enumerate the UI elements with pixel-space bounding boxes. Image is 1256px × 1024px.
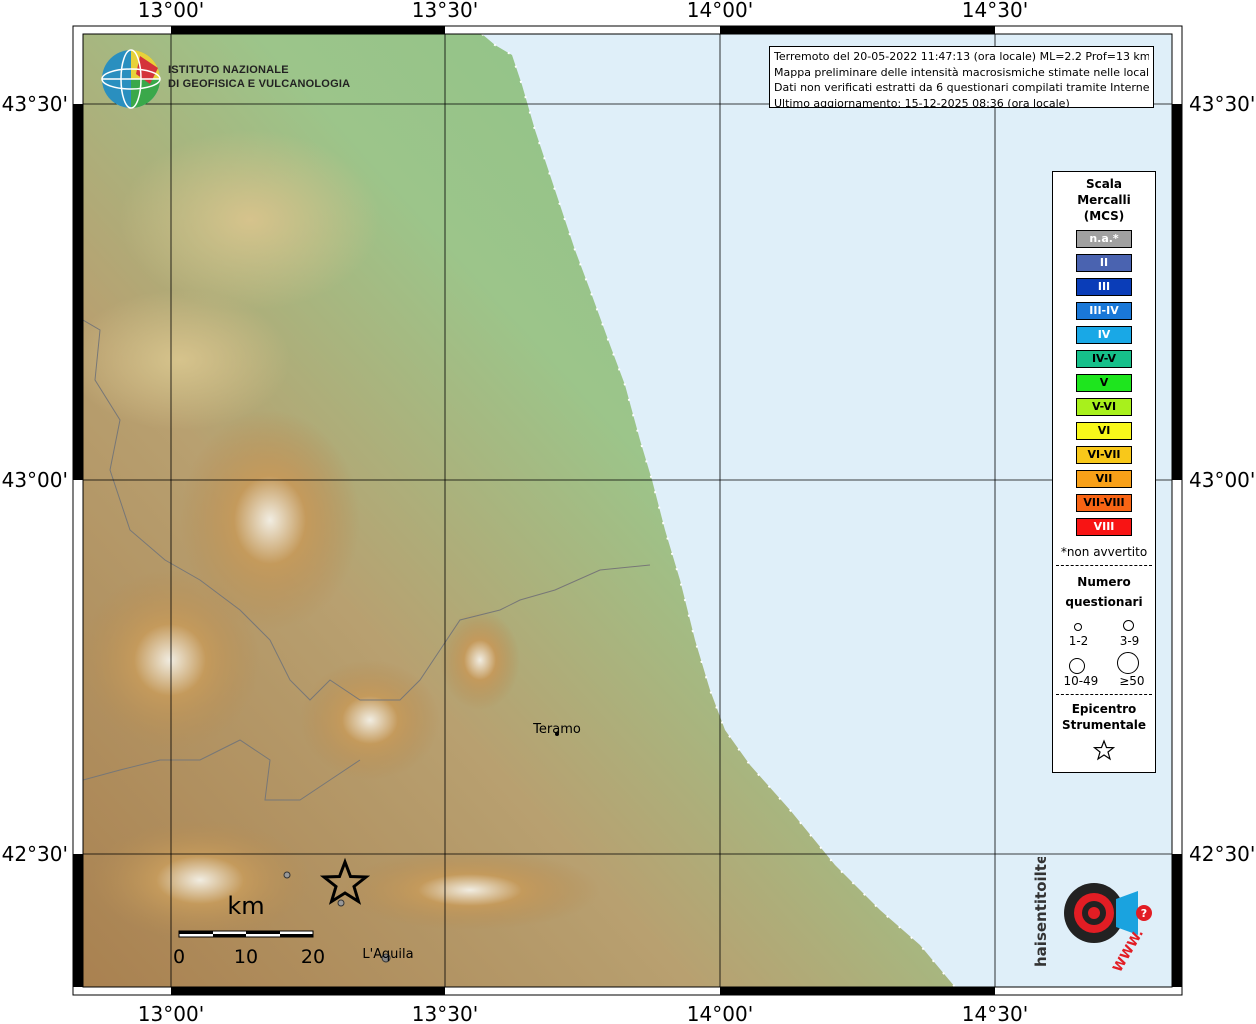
intensity-item: IV-V bbox=[1076, 350, 1132, 368]
epicenter-title: Epicentro Strumentale bbox=[1053, 701, 1155, 733]
legend-title-line3: (MCS) bbox=[1083, 209, 1125, 223]
legend-note: *non avvertito bbox=[1060, 545, 1148, 559]
count-labels-row: 10-49 ≥50 bbox=[1053, 674, 1155, 688]
intensity-item: III bbox=[1076, 278, 1132, 296]
ingv-name: ISTITUTO NAZIONALE DI GEOFISICA E VULCAN… bbox=[168, 63, 350, 91]
event-info-box: Terremoto del 20-05-2022 11:47:13 (ora l… bbox=[769, 46, 1154, 108]
count-symbols-row bbox=[1053, 612, 1155, 634]
haisentito-logo: ? haisentitoilterremoto.it WWW. bbox=[1032, 857, 1152, 975]
event-info-line2: Mappa preliminare delle intensità macros… bbox=[774, 65, 1149, 79]
mountain-area bbox=[90, 820, 310, 940]
lon-label-bottom: 14°00' bbox=[687, 1002, 753, 1024]
lon-label-bottom: 13°00' bbox=[138, 1002, 204, 1024]
count-title: Numero questionari bbox=[1053, 572, 1155, 612]
intensity-item: n.a.* bbox=[1076, 230, 1132, 248]
city-label-laquila: L'Aquila bbox=[362, 947, 413, 962]
scale-tick: 0 bbox=[173, 946, 185, 968]
lon-label-top: 14°00' bbox=[687, 0, 753, 22]
legend-title-line2: Mercalli bbox=[1077, 193, 1131, 207]
intensity-item: V-VI bbox=[1076, 398, 1132, 416]
haisentito-www: WWW. bbox=[1110, 927, 1146, 975]
haisentito-text: haisentitoilterremoto.it bbox=[1032, 857, 1050, 967]
intensity-scale-list: n.a.* II III III-IV IV IV-V V V-VI VI VI-VII VII VI… bbox=[1053, 230, 1155, 536]
mountain-area bbox=[300, 660, 440, 780]
mountain-area bbox=[83, 570, 260, 750]
scale-tick: 20 bbox=[301, 946, 325, 968]
count-symbols-row bbox=[1053, 648, 1155, 674]
event-info-line4: Ultimo aggiornamento: 15-12-2025 08:36 (… bbox=[774, 96, 1070, 108]
lat-label-left: 43°30' bbox=[2, 92, 68, 116]
intensity-item: IV bbox=[1076, 326, 1132, 344]
legend-title: Scala Mercalli (MCS) bbox=[1053, 176, 1155, 224]
intensity-item: VIII bbox=[1076, 518, 1132, 536]
count-title-line1: Numero bbox=[1077, 575, 1131, 589]
legend-title-line1: Scala bbox=[1085, 177, 1123, 191]
count-label: 1-2 bbox=[1068, 634, 1089, 648]
count-labels-row: 1-2 3-9 bbox=[1053, 634, 1155, 648]
event-info-line1: Terremoto del 20-05-2022 11:47:13 (ora l… bbox=[774, 50, 1149, 63]
lat-label-right: 43°30' bbox=[1189, 92, 1255, 116]
mountain-area bbox=[340, 850, 600, 930]
intensity-item: VII bbox=[1076, 470, 1132, 488]
count-label: 3-9 bbox=[1119, 634, 1140, 648]
legend-divider bbox=[1056, 694, 1152, 695]
count-symbol-xlarge bbox=[1117, 652, 1139, 674]
city-label-teramo: Teramo bbox=[532, 722, 581, 737]
hill-area bbox=[120, 130, 380, 310]
scale-unit: km bbox=[227, 892, 264, 920]
star-icon bbox=[1092, 739, 1116, 761]
count-symbol-small bbox=[1073, 623, 1082, 631]
intensity-item: VI bbox=[1076, 422, 1132, 440]
lon-label-bottom: 13°30' bbox=[412, 1002, 478, 1024]
lon-label-top: 13°30' bbox=[412, 0, 478, 22]
count-title-line2: questionari bbox=[1065, 595, 1143, 609]
intensity-item: II bbox=[1076, 254, 1132, 272]
count-symbol-large bbox=[1069, 658, 1085, 674]
ingv-name-line2: DI GEOFISICA E VULCANOLOGIA bbox=[168, 78, 351, 90]
lat-label-left: 43°00' bbox=[2, 468, 68, 492]
intensity-item: V bbox=[1076, 374, 1132, 392]
lon-label-top: 13°00' bbox=[138, 0, 204, 22]
lat-label-left: 42°30' bbox=[2, 842, 68, 866]
locality-marker bbox=[283, 871, 291, 879]
locality-marker bbox=[337, 899, 345, 907]
intensity-item: VII-VIII bbox=[1076, 494, 1132, 512]
ingv-name-line1: ISTITUTO NAZIONALE bbox=[168, 64, 289, 76]
lat-label-right: 43°00' bbox=[1189, 468, 1255, 492]
count-label: 10-49 bbox=[1063, 674, 1099, 688]
hill-area bbox=[83, 290, 290, 430]
event-info-line3: Dati non verificati estratti da 6 questi… bbox=[774, 81, 1149, 94]
svg-text:?: ? bbox=[1141, 907, 1147, 920]
count-symbol-medium bbox=[1123, 620, 1135, 631]
lon-label-bottom: 14°30' bbox=[962, 1002, 1028, 1024]
epicenter-title-line1: Epicentro bbox=[1071, 702, 1137, 716]
legend-panel: Scala Mercalli (MCS) n.a.* II III III-IV IV I… bbox=[1052, 171, 1156, 773]
intensity-item: III-IV bbox=[1076, 302, 1132, 320]
count-label: ≥50 bbox=[1119, 674, 1145, 688]
scale-tick: 10 bbox=[234, 946, 258, 968]
lon-label-top: 14°30' bbox=[962, 0, 1028, 22]
ingv-globe-logo bbox=[101, 49, 161, 109]
lat-label-right: 42°30' bbox=[1189, 842, 1255, 866]
legend-divider bbox=[1056, 565, 1152, 566]
mountain-area bbox=[440, 610, 520, 710]
intensity-item: VI-VII bbox=[1076, 446, 1132, 464]
epicenter-title-line2: Strumentale bbox=[1061, 718, 1147, 732]
